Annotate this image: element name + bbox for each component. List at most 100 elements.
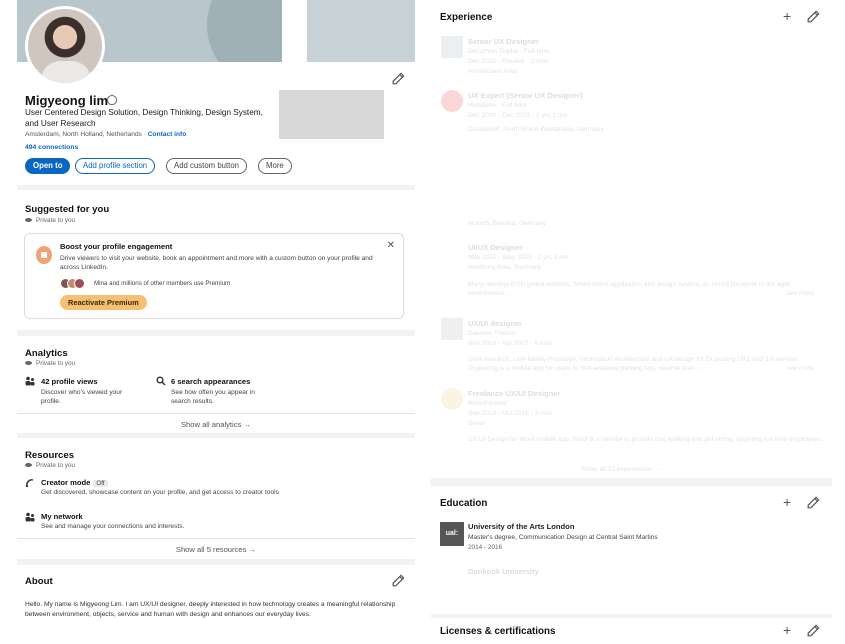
experience-place: Munich, Bavaria, Germany xyxy=(468,220,547,227)
creator-mode-link[interactable]: Creator mode Off xyxy=(41,478,108,487)
experience-place: Amsterdam Area xyxy=(468,68,518,75)
experience-dates: Dec 2020 - Dec 2022 · 2 yrs 1 mo xyxy=(468,112,567,119)
about-title: About xyxy=(25,576,53,587)
education-school[interactable]: University of the Arts London xyxy=(468,522,574,531)
company-logo xyxy=(441,36,463,58)
featured-placeholder xyxy=(279,90,384,139)
edit-about-pencil-icon[interactable] xyxy=(391,574,405,588)
show-all-experiences-link[interactable]: Show all 12 experiences → xyxy=(581,466,661,473)
promo-title: Boost your profile engagement xyxy=(60,242,173,251)
analytics-card: Analytics Private to you 42 profile view… xyxy=(17,336,415,433)
edit-education-pencil-icon[interactable] xyxy=(806,496,820,510)
education-title: Education xyxy=(440,498,488,509)
avatar-body xyxy=(42,61,90,83)
licenses-title: Licenses & certifications xyxy=(440,626,556,637)
creator-mode-desc: Get discovered, showcase content on your… xyxy=(41,489,279,496)
experience-dates: Nov 2016 - Apr 2017 · 6 mos xyxy=(468,340,553,347)
education-degree: Master's degree, Communication Design at… xyxy=(468,534,658,541)
my-network-desc: See and manage your connections and inte… xyxy=(41,523,185,530)
my-network-link[interactable]: My network xyxy=(41,512,83,521)
company-logo xyxy=(441,318,463,340)
experience-company: Daewoo Fintech xyxy=(468,330,516,337)
satellite-dish-icon xyxy=(25,479,34,488)
company-logo xyxy=(441,388,463,410)
banner-strip xyxy=(282,0,307,62)
right-column: Experience + Senior UX Designer Decathlo… xyxy=(431,0,832,644)
experience-role[interactable]: UX/UI designer xyxy=(468,319,522,328)
reactivate-premium-button[interactable]: Reactivate Premium xyxy=(60,295,147,310)
see-more-link[interactable]: ...see more xyxy=(781,365,814,372)
licenses-card: Licenses & certifications + xyxy=(431,618,832,644)
add-license-plus-icon[interactable]: + xyxy=(783,623,791,637)
private-label: Private to you xyxy=(25,360,75,367)
add-profile-section-button[interactable]: Add profile section xyxy=(75,158,156,174)
education-years: 2014 - 2016 xyxy=(468,544,503,551)
private-label: Private to you xyxy=(25,217,75,224)
member-avatar xyxy=(74,278,85,289)
show-all-analytics-link[interactable]: Show all analytics → xyxy=(17,413,415,435)
about-text: Hello. My name is Migyeong Lim. I am UX/… xyxy=(25,601,396,618)
verified-shield-icon[interactable] xyxy=(107,95,117,105)
experience-desc: Many develop EON global editions, Smart … xyxy=(468,281,791,297)
more-button[interactable]: More xyxy=(258,158,292,174)
lock-icon xyxy=(36,246,52,264)
connections-link[interactable]: 494 connections xyxy=(25,144,78,151)
people-icon xyxy=(25,512,35,522)
ual-logo: ual: xyxy=(440,522,464,546)
profile-avatar[interactable] xyxy=(25,6,105,86)
experience-role[interactable]: Senior UX Designer xyxy=(468,37,539,46)
member-avatars xyxy=(60,278,90,289)
experience-dates: Sep 2016 - Oct 2016 · 2 mos xyxy=(468,410,553,417)
suggested-title: Suggested for you xyxy=(25,204,110,215)
banner-block xyxy=(307,0,415,62)
creator-mode-status-badge: Off xyxy=(93,480,108,487)
add-experience-plus-icon[interactable]: + xyxy=(783,9,791,23)
contact-info-link[interactable]: Contact info xyxy=(148,131,186,138)
experience-company: Decathlon Digital · Full-time xyxy=(468,48,549,55)
left-column: Migyeong lim User Centered Design Soluti… xyxy=(17,0,415,644)
private-text: Private to you xyxy=(36,462,76,469)
promo-members: Mina and millions of other members use P… xyxy=(94,280,231,287)
about-card: About Hello. My name is Migyeong Lim. I … xyxy=(17,565,415,644)
experience-company: Wooof Korea xyxy=(468,400,507,407)
resources-title: Resources xyxy=(25,450,75,461)
creator-mode-label: Creator mode xyxy=(41,478,91,487)
experience-title: Experience xyxy=(440,12,493,23)
edit-intro-pencil-icon[interactable] xyxy=(391,72,405,86)
eye-icon xyxy=(25,463,32,468)
add-custom-button[interactable]: Add custom button xyxy=(166,158,248,174)
private-text: Private to you xyxy=(36,217,76,224)
experience-role[interactable]: UX Expert (Senior UX Designer) xyxy=(468,91,582,100)
edit-licenses-pencil-icon[interactable] xyxy=(806,624,820,638)
experience-desc: User research, Low-fidelity Prototype, I… xyxy=(468,356,799,372)
edit-experience-pencil-icon[interactable] xyxy=(806,10,820,24)
profile-views-desc: Discover who's viewed your profile. xyxy=(41,389,123,405)
company-logo xyxy=(441,90,463,112)
experience-place: Hamburg Area, Germany xyxy=(468,264,542,271)
experience-dates: May 2017 - May 2019 · 2 yrs 1 mo xyxy=(468,254,569,261)
education-school-next[interactable]: Dankook University xyxy=(468,567,539,576)
close-icon[interactable]: ✕ xyxy=(387,240,395,251)
experience-dates: Dec 2022 - Present · 2 mos xyxy=(468,58,549,65)
location-text: Amsterdam, North Holland, Netherlands · xyxy=(25,131,148,138)
premium-promo: Boost your profile engagement Drive view… xyxy=(24,233,404,319)
private-label: Private to you xyxy=(25,462,75,469)
profile-headline: User Centered Design Solution, Design Th… xyxy=(25,108,263,128)
experience-card: Experience + Senior UX Designer Decathlo… xyxy=(431,0,832,478)
profile-views-link[interactable]: 42 profile views xyxy=(41,377,98,386)
add-education-plus-icon[interactable]: + xyxy=(783,495,791,509)
profile-location: Amsterdam, North Holland, Netherlands · … xyxy=(25,131,186,138)
experience-role[interactable]: UI/UX Designer xyxy=(468,243,523,252)
experience-role[interactable]: Freelance UX/UI Designer xyxy=(468,389,560,398)
search-appearances-link[interactable]: 6 search appearances xyxy=(171,377,250,386)
analytics-title: Analytics xyxy=(25,348,68,359)
promo-text: Drive viewers to visit your website, boo… xyxy=(60,255,373,271)
show-all-resources-link[interactable]: Show all 5 resources → xyxy=(17,538,415,560)
resources-card: Resources Private to you Creator mode Off… xyxy=(17,438,415,559)
see-more-link[interactable]: ...see more xyxy=(781,290,814,297)
suggested-card: Suggested for you Private to you Boost y… xyxy=(17,190,415,330)
experience-desc: UX/UI Design for Woof mobile app. Woof i… xyxy=(468,436,823,443)
open-to-button[interactable]: Open to xyxy=(25,158,71,174)
eye-icon xyxy=(25,361,32,366)
experience-place: Seoul xyxy=(468,420,485,427)
